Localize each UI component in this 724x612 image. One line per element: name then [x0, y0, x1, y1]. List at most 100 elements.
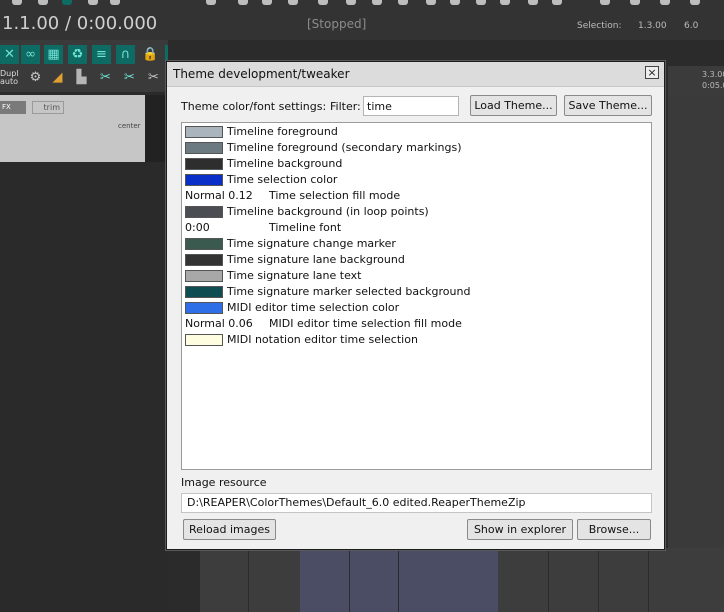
- lock-icon[interactable]: 🔒: [141, 45, 160, 64]
- show-in-explorer-button[interactable]: Show in explorer: [467, 519, 573, 540]
- image-resource-label: Image resource: [181, 476, 267, 489]
- filter-input[interactable]: [363, 96, 459, 116]
- spectrum-icon[interactable]: ⚙: [26, 68, 45, 87]
- toolbar-icon[interactable]: [476, 0, 486, 5]
- toolbar-icon[interactable]: [110, 0, 120, 5]
- close-button[interactable]: ×: [645, 66, 659, 79]
- color-swatch[interactable]: [185, 254, 223, 266]
- image-resource-path-field[interactable]: D:\REAPER\ColorThemes\Default_6.0 edited…: [181, 493, 652, 513]
- toolbar-icon[interactable]: [262, 0, 272, 5]
- theme-settings-list[interactable]: Timeline foreground Timeline foreground (…: [181, 122, 652, 470]
- selection-end[interactable]: 6.0: [684, 21, 698, 31]
- toolbar-icon[interactable]: [500, 0, 510, 5]
- setting-value[interactable]: Normal 0.12: [185, 189, 253, 202]
- setting-value[interactable]: 0:00: [185, 221, 210, 234]
- toolbar-icon[interactable]: [12, 0, 22, 5]
- toolbar-icon[interactable]: [552, 0, 562, 5]
- gridline: [548, 548, 549, 612]
- theme-setting-row[interactable]: MIDI notation editor time selection: [185, 332, 645, 348]
- auto-label: auto: [0, 77, 19, 86]
- toolbar-icon[interactable]: [318, 0, 328, 5]
- arrange-view[interactable]: [668, 96, 724, 548]
- settings-label: Theme color/font settings:: [181, 100, 327, 113]
- setting-label: Time selection color: [227, 173, 338, 186]
- color-swatch[interactable]: [185, 142, 223, 154]
- dialog-titlebar[interactable]: Theme development/tweaker ×: [167, 62, 664, 87]
- theme-setting-row[interactable]: Timeline background: [185, 156, 645, 172]
- setting-label: MIDI editor time selection fill mode: [269, 317, 462, 330]
- color-swatch[interactable]: [185, 286, 223, 298]
- toolbar-icon[interactable]: [38, 0, 48, 5]
- chart-icon[interactable]: ▙: [72, 68, 91, 87]
- gridline: [398, 548, 399, 612]
- theme-setting-row[interactable]: Time signature lane background: [185, 252, 645, 268]
- selection-start[interactable]: 1.3.00: [638, 21, 667, 31]
- ruler-mark-time: 0:05.0: [702, 81, 724, 90]
- theme-setting-row[interactable]: Timeline background (in loop points): [185, 204, 645, 220]
- toolbar-icon[interactable]: [206, 0, 216, 5]
- theme-setting-row[interactable]: Normal 0.06 MIDI editor time selection fi…: [185, 316, 645, 332]
- setting-label: Time signature marker selected backgroun…: [227, 285, 471, 298]
- theme-setting-row[interactable]: Time selection color: [185, 172, 645, 188]
- color-icon[interactable]: ◢: [48, 68, 67, 87]
- toolbar-icon[interactable]: [630, 0, 640, 5]
- color-swatch[interactable]: [185, 174, 223, 186]
- color-swatch[interactable]: [185, 302, 223, 314]
- transport-status: [Stopped]: [307, 17, 367, 31]
- split-icon[interactable]: ✂: [96, 68, 115, 87]
- color-swatch[interactable]: [185, 206, 223, 218]
- theme-setting-row[interactable]: 0:00 Timeline font: [185, 220, 645, 236]
- theme-setting-row[interactable]: Timeline foreground: [185, 124, 645, 140]
- toolbar-icon[interactable]: [62, 0, 72, 5]
- setting-label: Time selection fill mode: [269, 189, 401, 202]
- toolbar-icon[interactable]: [398, 0, 408, 5]
- color-swatch[interactable]: [185, 238, 223, 250]
- toolbar-icon[interactable]: [372, 0, 382, 5]
- track-list-area[interactable]: [0, 162, 167, 612]
- color-swatch[interactable]: [185, 126, 223, 138]
- track-control-panel: FX trim center: [0, 95, 145, 162]
- toolbar-icon[interactable]: [346, 0, 356, 5]
- ripple-icon[interactable]: ✕: [0, 45, 19, 64]
- group-icon[interactable]: ♻: [68, 45, 87, 64]
- gridline: [598, 548, 599, 612]
- setting-label: Timeline background: [227, 157, 343, 170]
- load-theme-button[interactable]: Load Theme...: [470, 95, 557, 116]
- filter-label: Filter:: [330, 100, 361, 113]
- toolbar-icon[interactable]: [238, 0, 248, 5]
- setting-label: MIDI editor time selection color: [227, 301, 400, 314]
- theme-setting-row[interactable]: Time signature change marker: [185, 236, 645, 252]
- color-swatch[interactable]: [185, 158, 223, 170]
- magnet-icon[interactable]: ∩: [116, 45, 135, 64]
- snap-icon[interactable]: ≡: [92, 45, 111, 64]
- grid-icon[interactable]: ▦: [44, 45, 63, 64]
- time-selection-region[interactable]: [300, 548, 498, 612]
- gridline: [648, 548, 649, 612]
- toolbar-icon[interactable]: [450, 0, 460, 5]
- color-swatch[interactable]: [185, 334, 223, 346]
- toolbar-icon[interactable]: [426, 0, 436, 5]
- browse-button[interactable]: Browse...: [577, 519, 651, 540]
- reload-images-button[interactable]: Reload images: [183, 519, 276, 540]
- theme-setting-row[interactable]: Time signature marker selected backgroun…: [185, 284, 645, 300]
- toolbar-icon[interactable]: [528, 0, 538, 5]
- toolbar-icon[interactable]: [88, 0, 98, 5]
- color-swatch[interactable]: [185, 270, 223, 282]
- scissors-icon[interactable]: ✂: [144, 68, 163, 87]
- theme-setting-row[interactable]: Time signature lane text: [185, 268, 645, 284]
- toolbar-icon[interactable]: [288, 0, 298, 5]
- heal-icon[interactable]: ✂: [120, 68, 139, 87]
- toolbar-icon[interactable]: [690, 0, 700, 5]
- toolbar-icon[interactable]: [600, 0, 610, 5]
- link-icon[interactable]: ∞: [21, 45, 40, 64]
- transport-timecode[interactable]: 1.1.00 / 0:00.000: [2, 13, 157, 34]
- save-theme-button[interactable]: Save Theme...: [564, 95, 652, 116]
- track-fx-button[interactable]: FX: [0, 101, 26, 114]
- theme-setting-row[interactable]: MIDI editor time selection color: [185, 300, 645, 316]
- theme-setting-row[interactable]: Timeline foreground (secondary markings): [185, 140, 645, 156]
- track-automation-mode-button[interactable]: trim: [32, 101, 64, 114]
- edit-toolbar: ✕ ∞ ▦ ♻ ≡ ∩ 🔒 ⚙ ◢ ▙ ✂ ✂ ✂: [0, 40, 168, 92]
- setting-value[interactable]: Normal 0.06: [185, 317, 253, 330]
- theme-setting-row[interactable]: Normal 0.12 Time selection fill mode: [185, 188, 645, 204]
- toolbar-icon[interactable]: [660, 0, 670, 5]
